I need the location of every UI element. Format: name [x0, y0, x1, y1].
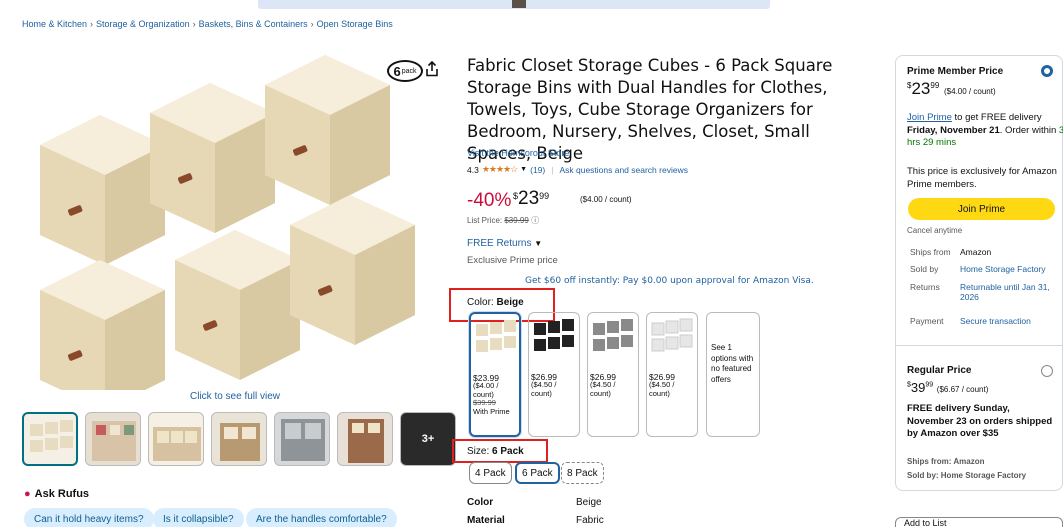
spec-value: Fabric: [576, 515, 604, 526]
ask-rufus-heading: ● Ask Rufus: [24, 488, 90, 500]
see-more-options[interactable]: See 1 options with no featured offers: [706, 312, 760, 437]
store-link[interactable]: Visit the Homsorout Store: [467, 148, 569, 158]
exclusive-price-text: This price is exclusively for Amazon Pri…: [907, 166, 1057, 190]
qa-link[interactable]: Ask questions and search reviews: [559, 165, 688, 175]
free-returns-link[interactable]: FREE Returns ▼: [467, 238, 542, 249]
swatch-unit: ($4.50 / count): [531, 380, 557, 398]
discount-percent: -40%: [467, 190, 512, 211]
breadcrumb: Home & Kitchen › Storage & Organization › Ba…: [22, 19, 393, 29]
spec-key: Color: [467, 497, 494, 508]
rating-row: 4.3 ★★★★☆ ▼ (19) | Ask questions and sea…: [467, 164, 688, 175]
size-option-6-pack[interactable]: 6 Pack: [515, 462, 560, 484]
swatch-image: [651, 318, 693, 352]
pack-count-badge: 6 pack: [387, 60, 423, 82]
spec-value: Beige: [576, 497, 602, 508]
thumbnail-more[interactable]: 3+: [400, 412, 456, 466]
returns-key: Returns: [910, 282, 940, 292]
size-label: Size: 6 Pack: [467, 446, 524, 457]
regular-delivery-text: FREE delivery Sunday, November 23 on ord…: [907, 403, 1053, 439]
thumbnail-5[interactable]: [274, 412, 330, 466]
rating-value: 4.3: [467, 164, 479, 175]
regular-sold-by: Sold by: Home Storage Factory: [907, 471, 1027, 480]
thumbnail-4[interactable]: [211, 412, 267, 466]
price-per-unit: ($4.00 / count): [580, 195, 632, 204]
swatch-image: [476, 320, 516, 352]
join-prime-button[interactable]: Join Prime: [908, 198, 1055, 220]
rufus-question-2[interactable]: Is it collapsible?: [153, 508, 244, 527]
ships-from-value: Amazon: [960, 247, 992, 257]
info-icon[interactable]: ⓘ: [531, 216, 539, 225]
color-swatch-white[interactable]: $26.99 ($4.50 / count): [646, 312, 698, 437]
size-option-4-pack[interactable]: 4 Pack: [469, 462, 512, 484]
payment-key: Payment: [910, 316, 944, 326]
review-count-link[interactable]: (19): [530, 165, 545, 175]
color-swatch-black[interactable]: $26.99 ($4.50 / count): [528, 312, 580, 437]
sold-by-key: Sold by: [910, 264, 939, 274]
sold-by-link[interactable]: Home Storage Factory: [960, 264, 1046, 274]
breadcrumb-storage[interactable]: Storage & Organization: [96, 19, 190, 29]
swatch-image: [593, 319, 633, 351]
cancel-anytime: Cancel anytime: [907, 226, 963, 235]
prime-delivery-text: Join Prime to get FREE delivery Friday, …: [907, 112, 1063, 148]
thumbnail-strip: 3+: [22, 412, 456, 466]
exclusive-prime-price: Exclusive Prime price: [467, 255, 558, 266]
regular-ships-from: Ships from: Amazon: [907, 457, 985, 466]
list-price: List Price: $39.99 ⓘ: [467, 216, 540, 225]
share-icon[interactable]: [424, 61, 440, 77]
main-product-image[interactable]: [20, 55, 445, 390]
color-swatch-grey[interactable]: $26.99 ($4.50 / count): [587, 312, 639, 437]
price: $2399: [513, 188, 550, 209]
visa-promo-link[interactable]: Get $60 off instantly: Pay $0.00 upon ap…: [525, 276, 814, 286]
banner-thumbnail: [512, 0, 526, 8]
prime-price-title: Prime Member Price: [907, 66, 1004, 77]
rating-stars-icon[interactable]: ★★★★☆: [482, 164, 518, 175]
payment-link[interactable]: Secure transaction: [960, 316, 1031, 326]
ships-from-key: Ships from: [910, 247, 951, 257]
swatch-unit: ($4.50 / count): [649, 380, 675, 398]
chevron-down-icon: ▼: [534, 239, 543, 248]
breadcrumb-home-kitchen[interactable]: Home & Kitchen: [22, 19, 87, 29]
regular-price-title: Regular Price: [907, 365, 972, 376]
breadcrumb-open-bins[interactable]: Open Storage Bins: [317, 19, 393, 29]
click-to-see-full-view[interactable]: Click to see full view: [190, 391, 280, 402]
rufus-icon: ●: [24, 488, 31, 500]
returns-link[interactable]: Returnable until Jan 31, 2026: [960, 282, 1056, 302]
rufus-question-1[interactable]: Can it hold heavy items?: [24, 508, 154, 527]
breadcrumb-separator: ›: [90, 19, 94, 29]
swatch-unit: ($4.50 / count): [590, 380, 616, 398]
color-swatch-beige[interactable]: $23.99 ($4.00 / count) $39.99 With Prime: [469, 312, 521, 437]
prime-price-radio[interactable]: [1041, 65, 1053, 77]
thumbnail-3[interactable]: [148, 412, 204, 466]
breadcrumb-separator: ›: [192, 19, 196, 29]
breadcrumb-separator: ›: [310, 19, 314, 29]
thumbnail-6[interactable]: [337, 412, 393, 466]
swatch-image: [534, 319, 574, 351]
swatch-note: With Prime: [473, 406, 510, 416]
spec-key: Material: [467, 515, 505, 526]
thumbnail-2[interactable]: [85, 412, 141, 466]
swatch-unit: ($4.00 / count): [473, 381, 499, 399]
thumbnail-1[interactable]: [22, 412, 78, 466]
join-prime-link[interactable]: Join Prime: [907, 112, 952, 123]
buybox-divider: [895, 345, 1063, 346]
regular-price-radio[interactable]: [1041, 365, 1053, 377]
add-to-list-button[interactable]: Add to List: [895, 517, 1063, 527]
prime-price: $2399 ($4.00 / count): [907, 79, 996, 98]
rufus-question-3[interactable]: Are the handles comfortable?: [246, 508, 397, 527]
chevron-down-icon[interactable]: ▼: [520, 166, 527, 173]
rating-separator: |: [551, 164, 554, 175]
regular-price: $3999 ($6.67 / count): [907, 380, 989, 395]
size-option-8-pack[interactable]: 8 Pack: [561, 462, 604, 484]
top-ad-banner[interactable]: [258, 0, 770, 9]
breadcrumb-baskets[interactable]: Baskets, Bins & Containers: [199, 19, 308, 29]
